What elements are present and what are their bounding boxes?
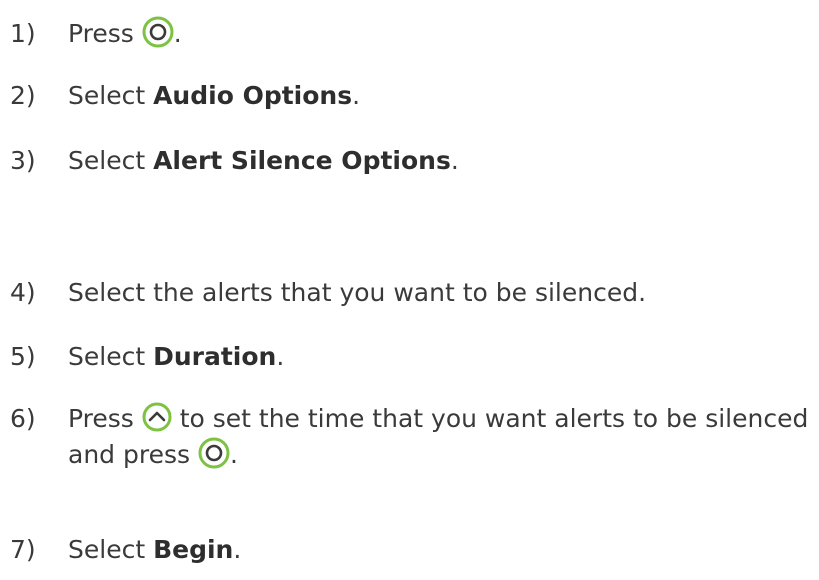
step-text-continued: to set the time that you want alerts to … (179, 404, 809, 433)
step-punct: . (173, 19, 182, 48)
step-punct: . (233, 535, 242, 564)
step-text: Select (68, 146, 154, 175)
menu-option-label: Audio Options (153, 81, 353, 110)
step-text: Select (68, 535, 154, 564)
step-3: 3) Select Alert Silence Options. (10, 143, 459, 179)
step-text: Select the alerts that you want to be si… (68, 278, 647, 307)
ok-button-icon (142, 16, 174, 48)
step-6: 6) Press to set the time that you want al… (10, 401, 808, 437)
step-punct: . (450, 146, 459, 175)
ok-button-icon (198, 437, 230, 469)
step-punct: . (352, 81, 361, 110)
step-number: 2) (10, 81, 36, 110)
step-number: 6) (10, 404, 36, 433)
menu-option-label: Duration (153, 342, 277, 371)
step-punct: . (229, 440, 238, 469)
step-7: 7) Select Begin. (10, 532, 241, 568)
step-5: 5) Select Duration. (10, 339, 284, 375)
step-text: Press (68, 19, 134, 48)
step-6-line-2: and press . (68, 437, 238, 473)
step-1: 1) Press . (10, 16, 182, 52)
step-4: 4) Select the alerts that you want to be … (10, 275, 646, 311)
menu-option-label: Begin (153, 535, 234, 564)
step-2: 2) Select Audio Options. (10, 78, 360, 114)
step-text: Press (68, 404, 134, 433)
step-number: 4) (10, 278, 36, 307)
step-text: and press (68, 440, 191, 469)
step-number: 7) (10, 535, 36, 564)
step-number: 1) (10, 19, 36, 48)
step-text: Select (68, 81, 154, 110)
step-number: 3) (10, 146, 36, 175)
step-number: 5) (10, 342, 36, 371)
step-text: Select (68, 342, 154, 371)
menu-option-label: Alert Silence Options (153, 146, 451, 175)
up-arrow-button-icon (142, 402, 172, 432)
step-punct: . (276, 342, 285, 371)
